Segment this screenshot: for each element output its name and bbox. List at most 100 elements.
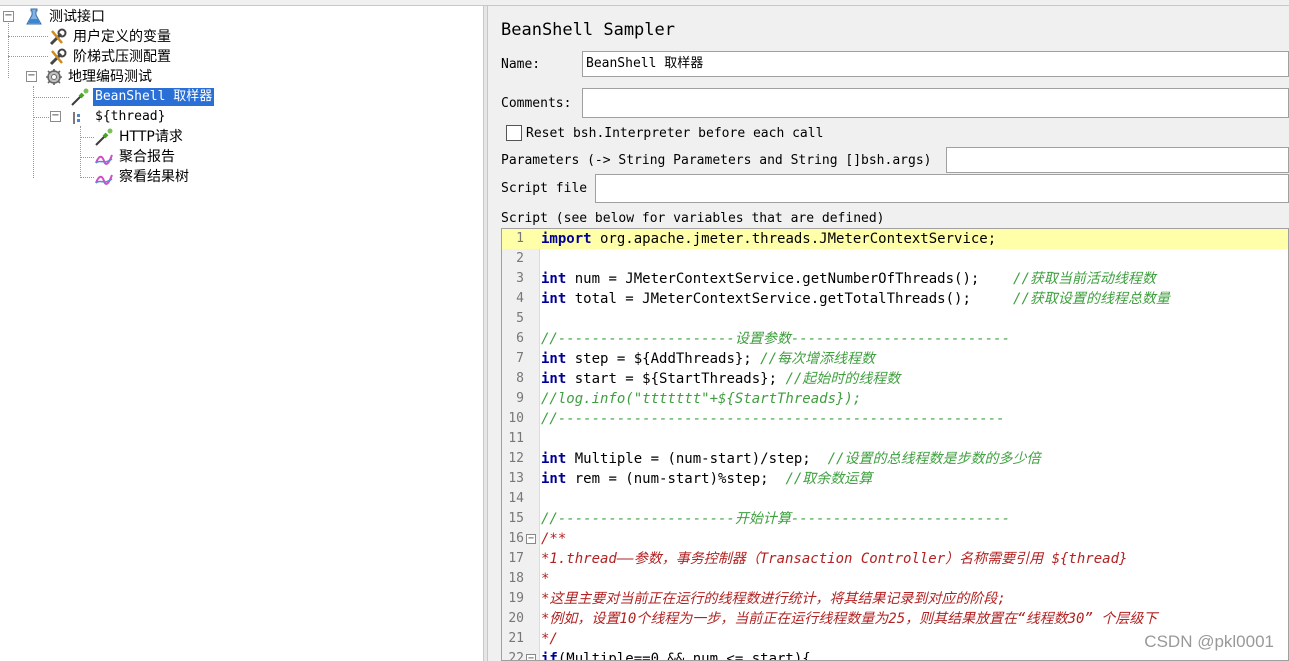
tree-connector [8,36,48,37]
tree-connector [80,137,94,138]
code-token: /** [541,531,567,547]
line-number: 2 [516,251,524,266]
tree-item-label: 用户定义的变量 [73,29,171,45]
code-line[interactable]: 17 *1.thread——参数，事务控制器（Transaction Contro… [502,549,1288,569]
code-line[interactable]: 18 * [502,569,1288,589]
line-number: 22 [508,651,524,661]
code-line[interactable]: 2 [502,249,1288,269]
line-number: 12 [508,451,524,466]
code-token: //log.info("ttttttt"+${StartThreads}); [541,391,862,407]
code-token: int [541,291,567,307]
tree-item-beanshell-sampler[interactable]: BeanShell 取样器 [70,87,215,107]
parameters-field[interactable] [946,147,1289,173]
tree-connector [80,126,81,178]
code-text: int Multiple = (num-start)/step; //设置的总线… [541,449,1040,469]
code-token: Multiple = (num-start)/step; [566,451,828,467]
test-plan-tree[interactable]: − − − 测试接口 用户定义的变量 阶梯式压测配置 地理编码测试 BeanSh… [0,6,483,661]
code-line[interactable]: 8 int start = ${StartThreads}; //起始时的线程数 [502,369,1288,389]
tree-item-thread-group[interactable]: 地理编码测试 [43,67,154,87]
code-text: //log.info("ttttttt"+${StartThreads}); [541,389,861,409]
code-token: *例如，设置10个线程为一步，当前正在运行线程数量为25，则其结果放置在“线程数… [541,611,1158,627]
code-token: //取余数运算 [785,471,873,487]
script-editor[interactable]: 1 import org.apache.jmeter.threads.JMeter… [501,228,1289,661]
panel-title: BeanShell Sampler [501,20,675,40]
sampler-pipette-icon [94,128,114,146]
code-token: */ [541,631,558,647]
reset-interpreter-checkbox[interactable] [506,125,522,141]
tree-item-transaction-controller[interactable]: ${thread} [70,107,167,127]
tree-connector [33,97,69,98]
line-number: 8 [516,371,524,386]
code-text: *这里主要对当前正在运行的线程数进行统计，将其结果记录到对应的阶段; [541,589,1006,609]
code-line[interactable]: 20 *例如，设置10个线程为一步，当前正在运行线程数量为25，则其结果放置在“线… [502,609,1288,629]
test-plan-icon [24,8,44,26]
code-line[interactable]: 6 //---------------------设置参数------------… [502,329,1288,349]
listener-chart-icon [94,148,114,166]
code-line[interactable]: 7 int step = ${AddThreads}; //每次增添线程数 [502,349,1288,369]
fold-toggle-icon[interactable]: − [526,654,536,660]
line-number: 6 [516,331,524,346]
comments-label: Comments: [501,96,572,111]
code-text: *例如，设置10个线程为一步，当前正在运行线程数量为25，则其结果放置在“线程数… [541,609,1157,629]
sampler-pipette-icon [70,88,90,106]
code-line[interactable]: 11 [502,429,1288,449]
code-token: int [541,451,567,467]
code-line[interactable]: 10 //------------------------------------… [502,409,1288,429]
listener-chart-icon [94,168,114,186]
code-line[interactable]: 12 int Multiple = (num-start)/step; //设置的… [502,449,1288,469]
gear-icon [43,68,63,86]
script-file-field[interactable] [595,174,1289,203]
code-line[interactable]: 9 //log.info("ttttttt"+${StartThreads}); [502,389,1288,409]
tree-item-step-config[interactable]: 阶梯式压测配置 [48,47,173,67]
collapse-toggle[interactable]: − [26,71,37,82]
tree-item-http-request[interactable]: HTTP请求 [94,127,185,147]
collapse-toggle[interactable]: − [50,111,61,122]
code-line[interactable]: 16−/** [502,529,1288,549]
code-line[interactable]: 5 [502,309,1288,329]
code-line[interactable]: 1 import org.apache.jmeter.threads.JMeter… [502,229,1288,249]
transaction-controller-icon [70,108,90,126]
code-text: //--------------------------------------… [541,409,1005,429]
code-line[interactable]: 4 int total = JMeterContextService.getTot… [502,289,1288,309]
tree-item-label: HTTP请求 [119,129,183,145]
tree-item-label: ${thread} [95,109,166,124]
tree-item-label: 阶梯式压测配置 [73,49,171,65]
name-label: Name: [501,57,541,72]
code-line[interactable]: 13 int rem = (num-start)%step; //取余数运算 [502,469,1288,489]
code-text: int rem = (num-start)%step; //取余数运算 [541,469,872,489]
code-line[interactable]: 19 *这里主要对当前正在运行的线程数进行统计，将其结果记录到对应的阶段; [502,589,1288,609]
code-token: //获取设置的线程总数量 [1013,291,1170,307]
tree-item-user-variables[interactable]: 用户定义的变量 [48,27,173,47]
line-number: 15 [508,511,524,526]
code-token: //设置的总线程数是步数的多少倍 [827,451,1041,467]
code-line[interactable]: 14 [502,489,1288,509]
tree-item-aggregate-report[interactable]: 聚合报告 [94,147,177,167]
code-token: int [541,371,567,387]
code-text: int step = ${AddThreads}; //每次增添线程数 [541,349,875,369]
code-token: (Multiple==0 && num <= start){ [557,651,811,661]
collapse-toggle[interactable]: − [3,11,14,22]
tree-item-view-results-tree[interactable]: 察看结果树 [94,167,191,187]
tree-connector [80,157,94,158]
code-token: *这里主要对当前正在运行的线程数进行统计，将其结果记录到对应的阶段; [541,591,1006,607]
code-token: org.apache.jmeter.threads.JMeterContextS… [591,231,997,247]
code-token: //起始时的线程数 [785,371,901,387]
wrench-icon [48,48,68,66]
name-field[interactable]: BeanShell 取样器 [582,51,1289,77]
code-text: /** [541,529,566,549]
tree-connector [80,177,94,178]
code-text: import org.apache.jmeter.threads.JMeterC… [541,229,996,249]
code-text: if(Multiple==0 && num <= start){ [541,649,811,661]
code-line[interactable]: 3 int num = JMeterContextService.getNumbe… [502,269,1288,289]
tree-connector [8,16,9,78]
tree-item-test-plan[interactable]: 测试接口 [24,7,107,27]
code-token: * [541,571,550,587]
parameters-label: Parameters (-> String Parameters and Str… [501,153,932,168]
comments-field[interactable] [582,88,1289,118]
tree-item-label: 地理编码测试 [68,69,152,85]
code-line[interactable]: 15 //---------------------开始计算-----------… [502,509,1288,529]
code-text: //---------------------设置参数-------------… [541,329,1010,349]
fold-toggle-icon[interactable]: − [526,534,536,544]
tree-item-label: BeanShell 取样器 [93,88,215,106]
code-token: num = JMeterContextService.getNumberOfTh… [566,271,1014,287]
